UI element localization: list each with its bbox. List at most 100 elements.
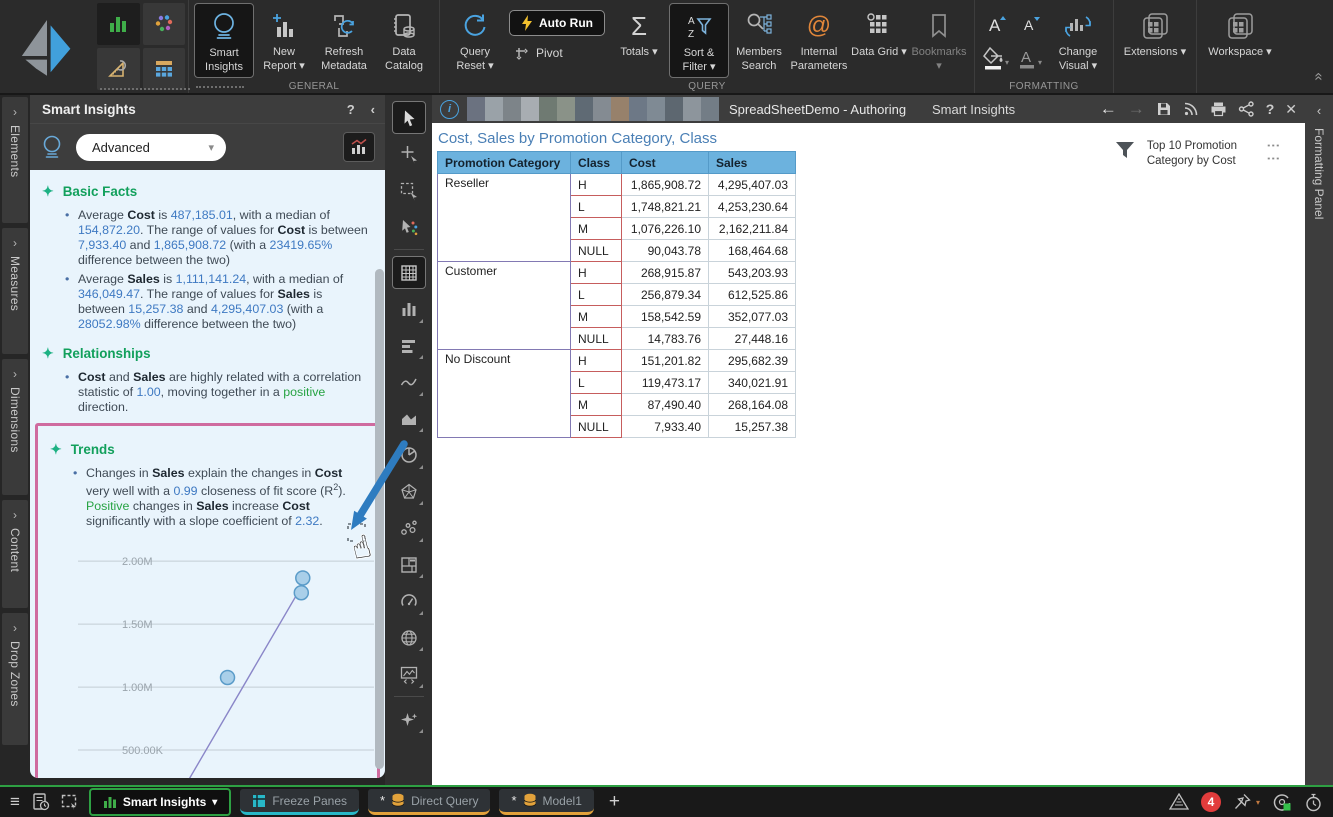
grid-cell[interactable]: 268,915.87 bbox=[622, 262, 709, 284]
grid-cell[interactable]: 612,525.86 bbox=[709, 284, 796, 306]
row-header-class[interactable]: M bbox=[571, 218, 622, 240]
bottom-tab-freeze-panes[interactable]: Freeze Panes bbox=[240, 789, 359, 815]
grid-cell[interactable]: 295,682.39 bbox=[709, 350, 796, 372]
internal-parameters-button[interactable]: @ Internal Parameters bbox=[789, 3, 849, 76]
bottom-tab-model1[interactable]: * Model1 bbox=[499, 789, 593, 815]
row-header-category[interactable]: Reseller bbox=[438, 174, 571, 262]
grid-cell[interactable]: 158,542.59 bbox=[622, 306, 709, 328]
row-header-class[interactable]: H bbox=[571, 350, 622, 372]
palette-swatch[interactable] bbox=[701, 97, 719, 121]
menu-icon[interactable]: ≡ bbox=[10, 792, 20, 812]
refresh-metadata-button[interactable]: Refresh Metadata bbox=[314, 3, 374, 76]
grid-cell[interactable]: 151,201.82 bbox=[622, 350, 709, 372]
data-catalog-button[interactable]: Data Catalog bbox=[374, 3, 434, 76]
column-chart-button[interactable] bbox=[392, 293, 426, 326]
row-header-class[interactable]: L bbox=[571, 372, 622, 394]
trend-scatter-chart[interactable]: 2.00M1.50M1.00M500.00K bbox=[78, 551, 374, 778]
palette-swatch[interactable] bbox=[467, 97, 485, 121]
canvas-layout-icon[interactable] bbox=[60, 792, 80, 812]
help-icon[interactable]: ? bbox=[1266, 101, 1275, 117]
module-present[interactable] bbox=[143, 3, 186, 45]
palette-swatch[interactable] bbox=[665, 97, 683, 121]
grid-cell[interactable]: 1,076,226.10 bbox=[622, 218, 709, 240]
info-icon[interactable]: i bbox=[440, 100, 459, 119]
grid-cell[interactable]: 87,490.40 bbox=[622, 394, 709, 416]
palette-swatch[interactable] bbox=[647, 97, 665, 121]
row-header-class[interactable]: L bbox=[571, 196, 622, 218]
grid-cell[interactable]: 352,077.03 bbox=[709, 306, 796, 328]
bottom-tab-smart-insights[interactable]: Smart Insights ▾ bbox=[89, 788, 231, 816]
pyramid-status-icon[interactable] bbox=[1169, 793, 1189, 811]
auto-run-button[interactable]: Auto Run bbox=[509, 10, 605, 36]
select-tool-button[interactable] bbox=[392, 101, 426, 134]
sidebar-tab-dimensions[interactable]: ›Dimensions bbox=[2, 359, 28, 495]
scatter-point[interactable] bbox=[296, 571, 310, 585]
add-tab-button[interactable]: + bbox=[609, 791, 620, 813]
close-icon[interactable]: ✕ bbox=[1285, 101, 1297, 118]
row-header-class[interactable]: M bbox=[571, 306, 622, 328]
column-header-promotion-category[interactable]: Promotion Category bbox=[438, 152, 571, 174]
grid-cell[interactable]: 27,448.16 bbox=[709, 328, 796, 350]
row-header-category[interactable]: No Discount bbox=[438, 350, 571, 438]
bar-chart-button[interactable] bbox=[392, 329, 426, 362]
pyramid-logo-icon[interactable] bbox=[0, 0, 94, 93]
map-chart-button[interactable] bbox=[392, 621, 426, 654]
collapse-panel-icon[interactable]: ‹ bbox=[371, 102, 375, 117]
save-icon[interactable] bbox=[1156, 101, 1172, 117]
fill-color-button[interactable]: ▾ bbox=[982, 45, 1012, 71]
insight-mode-select[interactable]: Advanced ▾ bbox=[76, 134, 226, 161]
sidebar-tab-measures[interactable]: ›Measures bbox=[2, 228, 28, 354]
back-icon[interactable]: ← bbox=[1100, 99, 1117, 119]
marquee-select-button[interactable] bbox=[392, 174, 426, 207]
grid-cell[interactable]: 543,203.93 bbox=[709, 262, 796, 284]
report-history-icon[interactable] bbox=[31, 792, 51, 812]
smart-visual-button[interactable] bbox=[392, 703, 426, 736]
data-grid-button[interactable]: Data Grid ▾ bbox=[849, 3, 909, 62]
palette-swatch[interactable] bbox=[611, 97, 629, 121]
sidebar-tab-drop-zones[interactable]: ›Drop Zones bbox=[2, 613, 28, 745]
active-filter-chip[interactable]: Top 10 Promotion Category by Cost ⋮⋮ bbox=[1114, 139, 1277, 169]
kebab-menu-icon[interactable]: ⋮⋮ bbox=[1270, 139, 1277, 165]
row-header-class[interactable]: NULL bbox=[571, 240, 622, 262]
decrease-font-button[interactable]: A bbox=[1018, 11, 1044, 37]
print-icon[interactable] bbox=[1210, 101, 1227, 117]
grid-cell[interactable]: 7,933.40 bbox=[622, 416, 709, 438]
pie-chart-button[interactable] bbox=[392, 439, 426, 472]
bottom-tab-direct-query[interactable]: * Direct Query bbox=[368, 789, 490, 815]
increase-font-button[interactable]: A bbox=[984, 11, 1010, 37]
column-header-cost[interactable]: Cost bbox=[622, 152, 709, 174]
formatting-panel-strip[interactable]: ‹ Formatting Panel bbox=[1305, 95, 1333, 785]
module-model[interactable] bbox=[143, 48, 186, 90]
crosshair-select-button[interactable] bbox=[392, 138, 426, 171]
custom-visual-button[interactable] bbox=[392, 658, 426, 691]
grid-cell[interactable]: 2,162,211.84 bbox=[709, 218, 796, 240]
grid-cell[interactable]: 256,879.34 bbox=[622, 284, 709, 306]
radar-chart-button[interactable] bbox=[392, 475, 426, 508]
grid-cell[interactable]: 15,257.38 bbox=[709, 416, 796, 438]
scatter-point[interactable] bbox=[221, 670, 235, 684]
live-status-icon[interactable] bbox=[1272, 792, 1292, 812]
pivot-button[interactable]: Pivot bbox=[509, 45, 605, 61]
row-header-class[interactable]: M bbox=[571, 394, 622, 416]
row-header-class[interactable]: H bbox=[571, 262, 622, 284]
grid-cell[interactable]: 4,295,407.03 bbox=[709, 174, 796, 196]
chevron-down-icon[interactable]: ▾ bbox=[1256, 798, 1260, 807]
palette-swatch[interactable] bbox=[485, 97, 503, 121]
collapse-ribbon-icon[interactable]: « bbox=[1310, 72, 1327, 80]
grid-cell[interactable]: 268,164.08 bbox=[709, 394, 796, 416]
grid-cell[interactable]: 4,253,230.64 bbox=[709, 196, 796, 218]
scatter-chart-button[interactable] bbox=[392, 512, 426, 545]
gauge-chart-button[interactable] bbox=[392, 585, 426, 618]
grid-cell[interactable]: 1,748,821.21 bbox=[622, 196, 709, 218]
chart-view-toggle-button[interactable] bbox=[343, 132, 375, 162]
row-header-class[interactable]: NULL bbox=[571, 328, 622, 350]
sort-filter-button[interactable]: AZ Sort & Filter ▾ bbox=[669, 3, 729, 78]
row-header-class[interactable]: L bbox=[571, 284, 622, 306]
workspace-button[interactable]: Workspace ▾ bbox=[1202, 3, 1278, 62]
row-header-class[interactable]: H bbox=[571, 174, 622, 196]
publish-feed-icon[interactable] bbox=[1183, 101, 1199, 117]
timer-icon[interactable] bbox=[1304, 793, 1323, 812]
column-header-sales[interactable]: Sales bbox=[709, 152, 796, 174]
color-palette-strip[interactable] bbox=[467, 97, 719, 121]
sidebar-tab-elements[interactable]: ›Elements bbox=[2, 97, 28, 223]
